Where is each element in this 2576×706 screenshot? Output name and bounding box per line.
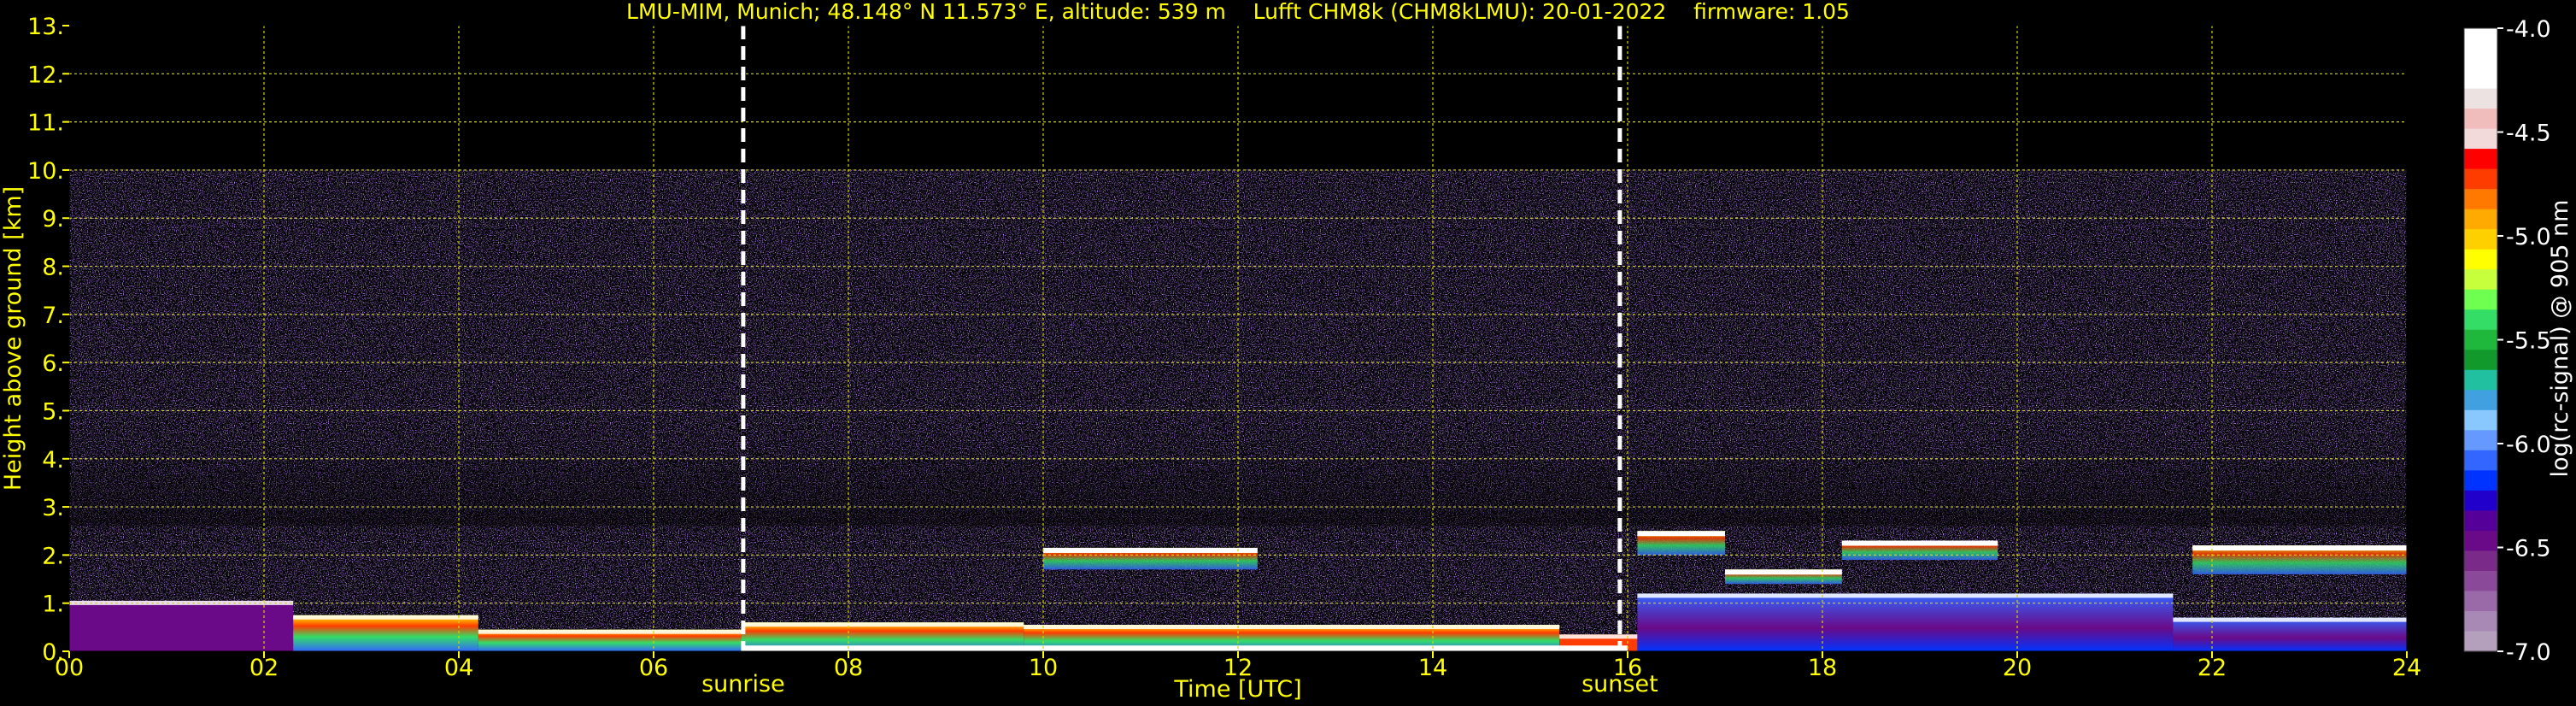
boundary-layer-top [2173, 617, 2407, 622]
y-tick-label: 13. [27, 14, 64, 40]
colorbar-swatch [2464, 390, 2497, 411]
boundary-layer-segment [69, 600, 294, 651]
boundary-layer-segment [2173, 617, 2407, 651]
colorbar-swatch [2464, 48, 2497, 69]
colorbar-label: log(rc-signal) @ 905 nm [2547, 200, 2573, 478]
x-axis-label: Time [UTC] [1173, 676, 1301, 703]
boundary-layer-segment [293, 615, 478, 651]
colorbar-swatch [2464, 510, 2497, 532]
colorbar-tick-label: -7.0 [2506, 639, 2551, 666]
y-axis: 0. 1. 2. 3. 4. 5. 6. 7. 8. 9. 10. 11. 12. 13. [27, 14, 69, 666]
boundary-layer-top [478, 629, 742, 634]
colorbar-swatch [2464, 430, 2497, 451]
colorbar-swatch [2464, 189, 2497, 210]
colorbar-swatch [2464, 289, 2497, 310]
colorbar-swatch [2464, 329, 2497, 350]
y-tick-label: 7. [42, 303, 64, 329]
sun-marker-label: sunrise [701, 671, 785, 697]
ceilometer-chart: sunrise sunset 00 02 04 06 08 10 12 14 16 18 20 22 24… [0, 0, 2573, 703]
x-tick-label: 06 [639, 655, 668, 681]
colorbar-swatch [2464, 490, 2497, 511]
x-tick-label: 18 [1808, 655, 1837, 681]
cloud-top [1637, 531, 1725, 537]
y-tick-label: 12. [27, 62, 64, 88]
cloud-top [1725, 569, 1842, 575]
colorbar-swatch [2464, 530, 2497, 552]
y-tick-label: 6. [42, 350, 64, 377]
colorbar-swatch [2464, 591, 2497, 612]
colorbar-swatch [2464, 269, 2497, 291]
x-tick-label: 14 [1418, 655, 1447, 681]
colorbar-swatch [2464, 610, 2497, 632]
colorbar-swatch [2464, 309, 2497, 331]
colorbar-swatch [2464, 88, 2497, 109]
colorbar-swatch [2464, 168, 2497, 190]
colorbar-swatch [2464, 350, 2497, 371]
colorbar-swatch [2464, 209, 2497, 230]
colorbar: -4.0 -4.5 -5.0 -5.5 -6.0 -6.5 -7.0 [2463, 16, 2551, 666]
colorbar-tick-label: -5.0 [2506, 224, 2551, 250]
x-tick-label: 24 [2392, 655, 2421, 681]
y-tick-label: 0. [42, 639, 64, 666]
x-tick-label: 22 [2198, 655, 2227, 681]
boundary-layer-top [293, 615, 478, 620]
colorbar-swatch [2464, 28, 2497, 50]
x-tick-label: 10 [1029, 655, 1058, 681]
colorbar-swatch [2464, 631, 2497, 652]
cloud-top [1841, 540, 1998, 546]
x-tick-label: 20 [2003, 655, 2032, 681]
colorbar-swatch [2464, 409, 2497, 431]
ground-return [741, 645, 1628, 651]
colorbar-tick-label: -5.5 [2506, 328, 2551, 355]
boundary-layer-top [1637, 593, 2174, 598]
boundary-layer-segment [1637, 593, 2174, 651]
colorbar-swatch [2464, 570, 2497, 592]
y-tick-label: 8. [42, 255, 64, 281]
y-tick-label: 3. [42, 495, 64, 521]
colorbar-swatch [2464, 470, 2497, 491]
y-tick-label: 5. [42, 398, 64, 425]
y-axis-label: Height above ground [km] [0, 186, 26, 491]
x-tick-label: 02 [249, 655, 279, 681]
cloud-top [2192, 545, 2407, 551]
colorbar-swatch [2464, 68, 2497, 90]
y-tick-label: 1. [42, 591, 64, 618]
y-tick-label: 11. [27, 110, 64, 137]
colorbar-swatch [2464, 229, 2497, 250]
y-tick-label: 9. [42, 206, 64, 232]
colorbar-swatch [2464, 109, 2497, 130]
x-tick-label: 16 [1613, 655, 1642, 681]
colorbar-tick-label: -4.5 [2506, 121, 2551, 147]
y-tick-label: 10. [27, 158, 64, 185]
chart-title: LMU-MIM, Munich; 48.148° N 11.573° E, al… [626, 0, 1850, 24]
boundary-layer-top [741, 622, 1024, 627]
colorbar-tick-label: -6.5 [2506, 536, 2551, 562]
x-tick-label: 08 [834, 655, 863, 681]
cloud-top [1043, 547, 1258, 553]
colorbar-tick-label: -4.0 [2506, 16, 2551, 43]
colorbar-swatch [2464, 550, 2497, 572]
colorbar-swatch [2464, 369, 2497, 391]
colorbar-swatch [2464, 249, 2497, 270]
colorbar-swatch [2464, 128, 2497, 150]
boundary-layer-top [1024, 625, 1560, 630]
boundary-layer-top [1559, 634, 1638, 639]
y-tick-label: 4. [42, 447, 64, 474]
y-tick-label: 2. [42, 543, 64, 569]
colorbar-swatch [2464, 149, 2497, 170]
colorbar-tick-label: -6.0 [2506, 432, 2551, 458]
colorbar-swatch [2464, 450, 2497, 471]
x-tick-label: 04 [444, 655, 473, 681]
